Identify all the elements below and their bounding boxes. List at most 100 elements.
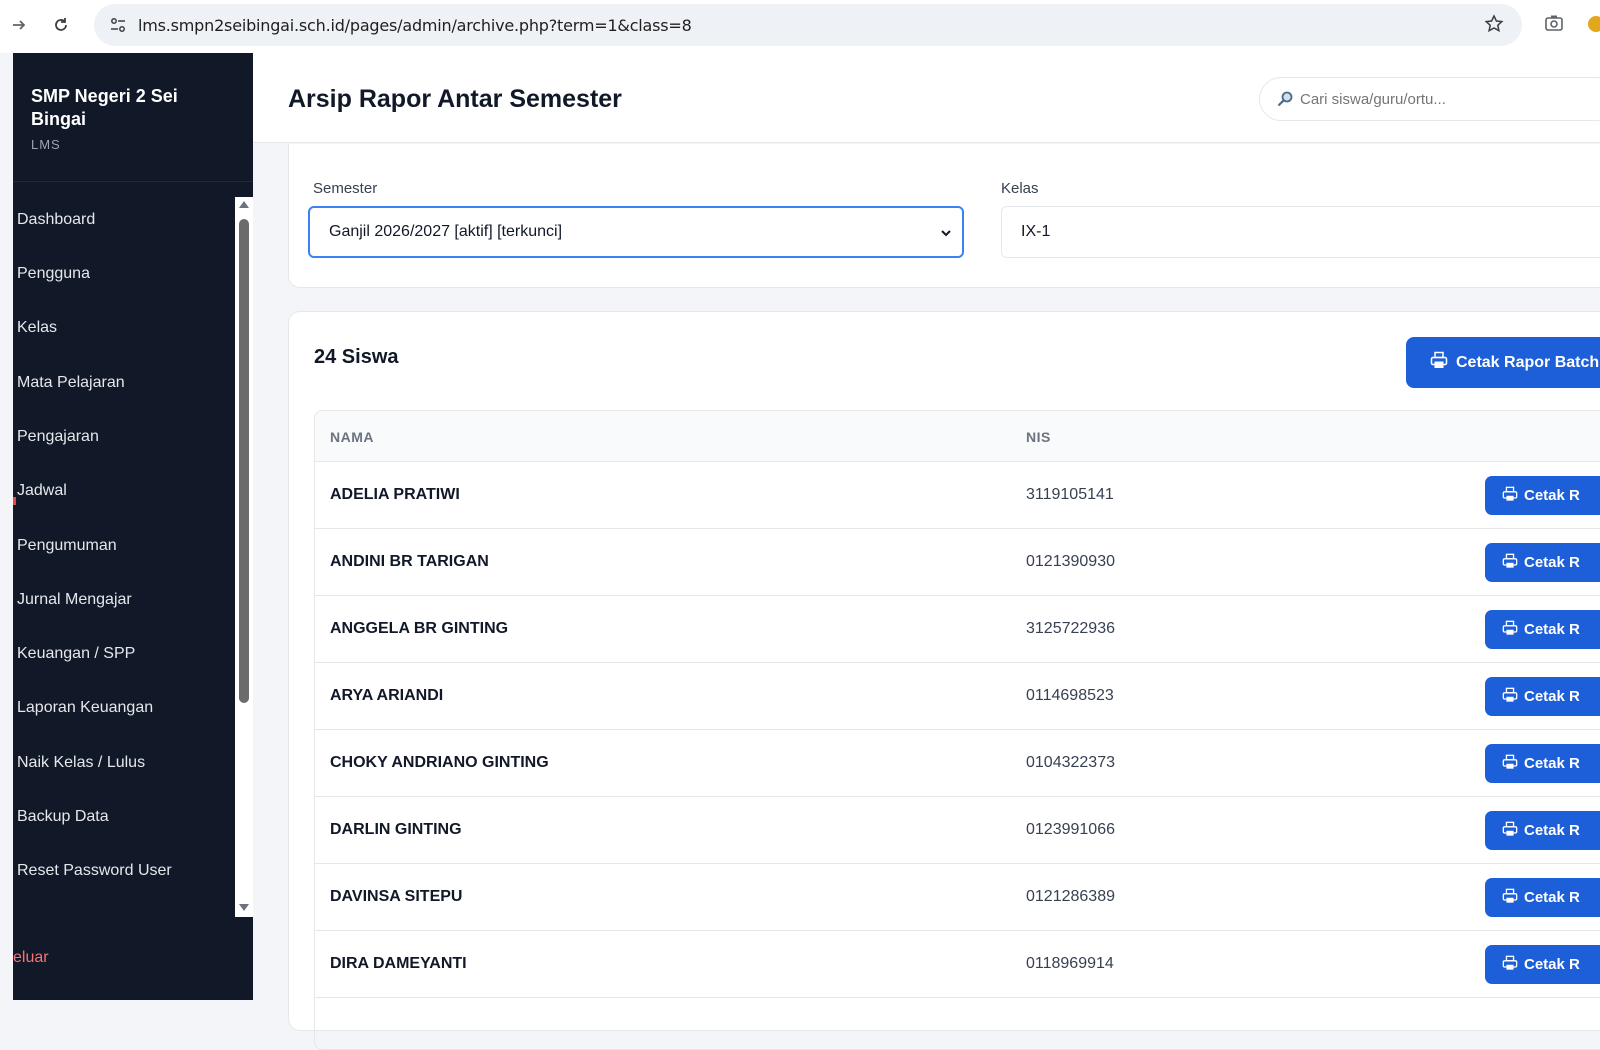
student-nis: 3125722936 xyxy=(1026,620,1115,637)
print-report-button[interactable]: Cetak R xyxy=(1485,476,1600,515)
print-report-label: Cetak R xyxy=(1524,889,1580,906)
semester-select[interactable]: Ganjil 2026/2027 [aktif] [terkunci] xyxy=(308,206,964,258)
brand-name: SMP Negeri 2 Sei Bingai xyxy=(31,86,178,129)
sidebar-scrollbar[interactable] xyxy=(235,197,253,917)
student-nis: 0121286389 xyxy=(1026,888,1115,905)
print-report-button[interactable]: Cetak R xyxy=(1485,543,1600,582)
table-row: DIRA DAMEYANTI 0118969914 Cetak R xyxy=(315,931,1600,998)
bookmark-star-icon[interactable] xyxy=(1484,14,1504,39)
search-input[interactable] xyxy=(1300,90,1580,108)
filter-card: Semester Ganjil 2026/2027 [aktif] [terku… xyxy=(288,144,1600,288)
brand-subtitle: LMS xyxy=(31,137,61,152)
printer-icon xyxy=(1502,888,1518,908)
students-table: NAMA NIS ADELIA PRATIWI 3119105141 Cetak… xyxy=(314,410,1600,1050)
chevron-down-icon xyxy=(940,226,952,244)
logout-link[interactable]: eluar xyxy=(13,949,49,967)
student-name: CHOKY ANDRIANO GINTING xyxy=(330,754,549,771)
print-report-button[interactable]: Cetak R xyxy=(1485,677,1600,716)
students-card: 24 Siswa Cetak Rapor Batch NAMA NIS ADEL… xyxy=(288,311,1600,1050)
top-header: Arsip Rapor Antar Semester xyxy=(253,53,1600,143)
sidebar: SMP Negeri 2 Sei Bingai LMS Dashboard Pe… xyxy=(13,53,253,1000)
forward-icon[interactable] xyxy=(4,10,34,40)
student-name: ARYA ARIANDI xyxy=(330,687,444,704)
scrollbar-thumb[interactable] xyxy=(239,219,249,703)
sidebar-item-keuangan-spp[interactable]: Keuangan / SPP xyxy=(17,645,135,663)
student-name: ADELIA PRATIWI xyxy=(330,486,460,503)
student-nis: 3119105141 xyxy=(1026,486,1114,503)
column-header-name: NAMA xyxy=(330,429,374,445)
student-nis: 0114698523 xyxy=(1026,687,1114,704)
sidebar-item-kelas[interactable]: Kelas xyxy=(17,319,57,337)
printer-icon xyxy=(1502,486,1518,506)
semester-label: Semester xyxy=(313,180,378,197)
reload-icon[interactable] xyxy=(46,10,76,40)
table-row: DAVINSA SITEPU 0121286389 Cetak R xyxy=(315,864,1600,931)
kelas-label: Kelas xyxy=(1001,180,1039,197)
student-nis: 0121390930 xyxy=(1026,553,1115,570)
sidebar-item-laporan-keuangan[interactable]: Laporan Keuangan xyxy=(17,699,153,717)
printer-icon xyxy=(1502,821,1518,841)
student-nis: 0118969914 xyxy=(1026,955,1114,972)
print-report-label: Cetak R xyxy=(1524,554,1580,571)
print-report-button[interactable]: Cetak R xyxy=(1485,811,1600,850)
address-bar[interactable]: lms.smpn2seibingai.sch.id/pages/admin/ar… xyxy=(94,4,1522,46)
print-report-label: Cetak R xyxy=(1524,487,1580,504)
student-count: 24 Siswa xyxy=(314,346,399,368)
printer-icon xyxy=(1502,553,1518,573)
active-indicator xyxy=(13,497,16,505)
table-row: CHOKY ANDRIANO GINTING 0104322373 Cetak … xyxy=(315,730,1600,797)
sidebar-item-backup-data[interactable]: Backup Data xyxy=(17,808,109,826)
table-row: ANGGELA BR GINTING 3125722936 Cetak R xyxy=(315,596,1600,663)
sidebar-item-reset-password-user[interactable]: Reset Password User xyxy=(17,862,172,880)
search-box[interactable] xyxy=(1259,77,1600,121)
table-row: DARLIN GINTING 0123991066 Cetak R xyxy=(315,797,1600,864)
column-header-nis: NIS xyxy=(1026,429,1051,445)
url-text: lms.smpn2seibingai.sch.id/pages/admin/ar… xyxy=(138,15,692,35)
sidebar-item-pengumuman[interactable]: Pengumuman xyxy=(17,537,117,555)
sidebar-menu: Dashboard Pengguna Kelas Mata Pelajaran … xyxy=(13,197,235,917)
kelas-select[interactable]: IX-1 xyxy=(1001,206,1600,258)
table-row: ARYA ARIANDI 0114698523 Cetak R xyxy=(315,663,1600,730)
site-settings-icon[interactable] xyxy=(108,15,128,35)
scroll-down-icon[interactable] xyxy=(239,904,249,911)
student-name: DAVINSA SITEPU xyxy=(330,888,463,905)
student-nis: 0104322373 xyxy=(1026,754,1115,771)
student-name: ANGGELA BR GINTING xyxy=(330,620,509,637)
semester-selected-value: Ganjil 2026/2027 [aktif] [terkunci] xyxy=(329,223,563,240)
page-title: Arsip Rapor Antar Semester xyxy=(288,85,622,113)
table-row: ANDINI BR TARIGAN 0121390930 Cetak R xyxy=(315,529,1600,596)
print-report-button[interactable]: Cetak R xyxy=(1485,744,1600,783)
sidebar-item-pengguna[interactable]: Pengguna xyxy=(17,265,90,283)
search-icon xyxy=(1276,90,1294,108)
scroll-up-icon[interactable] xyxy=(239,201,249,208)
printer-icon xyxy=(1502,955,1518,975)
kelas-selected-value: IX-1 xyxy=(1021,223,1051,240)
extension-icon[interactable] xyxy=(1588,16,1600,32)
sidebar-item-jurnal-mengajar[interactable]: Jurnal Mengajar xyxy=(17,591,132,609)
student-name: ANDINI BR TARIGAN xyxy=(330,553,489,570)
student-nis: 0123991066 xyxy=(1026,821,1115,838)
print-report-label: Cetak R xyxy=(1524,822,1580,839)
table-row: ADELIA PRATIWI 3119105141 Cetak R xyxy=(315,462,1600,529)
student-name: DIRA DAMEYANTI xyxy=(330,955,467,972)
sidebar-item-naik-kelas-lulus[interactable]: Naik Kelas / Lulus xyxy=(17,754,145,772)
print-batch-button[interactable]: Cetak Rapor Batch xyxy=(1406,337,1600,388)
printer-icon xyxy=(1502,754,1518,774)
student-name: DARLIN GINTING xyxy=(330,821,462,838)
sidebar-item-dashboard[interactable]: Dashboard xyxy=(17,211,95,229)
brand: SMP Negeri 2 Sei Bingai LMS xyxy=(13,53,253,182)
camera-icon[interactable] xyxy=(1544,14,1564,37)
sidebar-item-jadwal[interactable]: Jadwal xyxy=(17,482,67,500)
print-report-button[interactable]: Cetak R xyxy=(1485,610,1600,649)
print-report-label: Cetak R xyxy=(1524,688,1580,705)
print-report-button[interactable]: Cetak R xyxy=(1485,945,1600,984)
sidebar-item-mata-pelajaran[interactable]: Mata Pelajaran xyxy=(17,374,125,392)
print-report-label: Cetak R xyxy=(1524,956,1580,973)
printer-icon xyxy=(1430,351,1448,374)
printer-icon xyxy=(1502,687,1518,707)
print-batch-label: Cetak Rapor Batch xyxy=(1456,353,1600,371)
print-report-label: Cetak R xyxy=(1524,755,1580,772)
sidebar-item-pengajaran[interactable]: Pengajaran xyxy=(17,428,99,446)
printer-icon xyxy=(1502,620,1518,640)
print-report-button[interactable]: Cetak R xyxy=(1485,878,1600,917)
